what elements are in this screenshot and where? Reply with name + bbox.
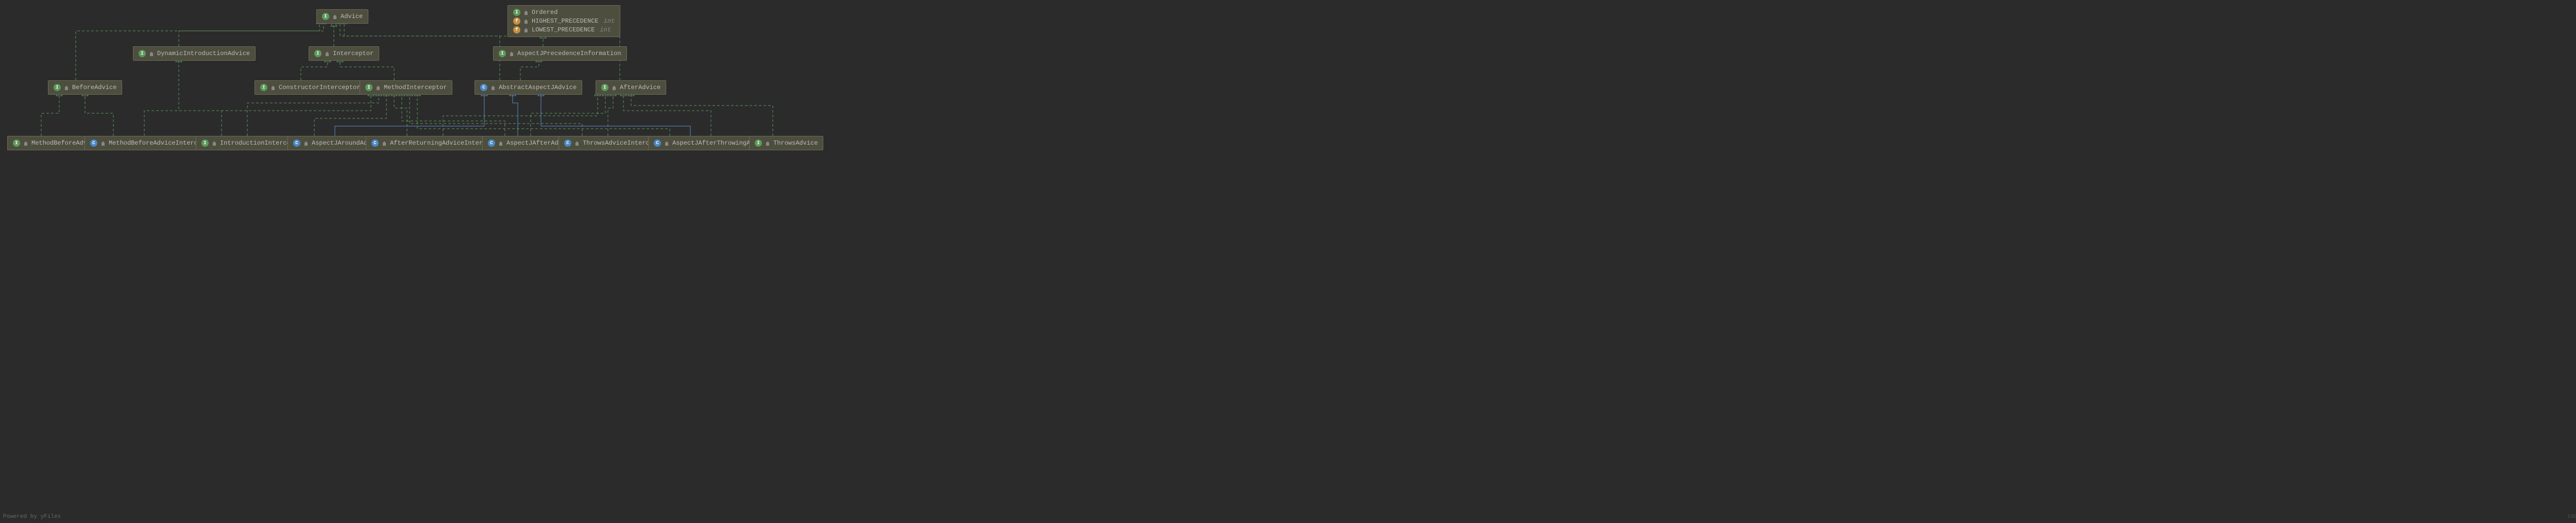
class-label: BeforeAdvice	[72, 84, 116, 91]
lock-icon	[64, 85, 69, 90]
class-label: Ordered	[532, 9, 557, 16]
field-type: int	[604, 18, 615, 25]
field-label: LOWEST_PRECEDENCE	[532, 26, 595, 33]
class-label: DynamicIntroductionAdvice	[157, 50, 250, 57]
lock-icon	[523, 10, 529, 15]
field-icon: f	[513, 26, 520, 33]
node-after-advice[interactable]: I AfterAdvice	[596, 80, 666, 95]
lock-icon	[382, 141, 387, 146]
class-label: ThrowsAdvice	[773, 140, 818, 147]
interface-icon: I	[314, 50, 321, 57]
class-label: Interceptor	[333, 50, 374, 57]
interface-icon: I	[201, 140, 209, 147]
lock-icon	[490, 85, 496, 90]
connection-layer	[0, 0, 2576, 523]
interface-icon: I	[601, 84, 608, 91]
class-icon: C	[480, 84, 487, 91]
class-label: AspectJPrecedenceInformation	[517, 50, 621, 57]
node-interceptor[interactable]: I Interceptor	[309, 46, 379, 61]
node-constructor-interceptor[interactable]: I ConstructorInterceptor	[255, 80, 366, 95]
lock-icon	[100, 141, 106, 146]
class-icon: C	[654, 140, 661, 147]
class-icon: C	[488, 140, 495, 147]
class-icon: C	[371, 140, 379, 147]
lock-icon	[212, 141, 217, 146]
lock-icon	[612, 85, 617, 90]
lock-icon	[664, 141, 669, 146]
interface-icon: I	[365, 84, 372, 91]
node-throws-advice[interactable]: I ThrowsAdvice	[749, 136, 823, 150]
lock-icon	[523, 19, 529, 24]
class-icon: C	[564, 140, 571, 147]
node-method-interceptor[interactable]: I MethodInterceptor	[360, 80, 452, 95]
field-icon: f	[513, 18, 520, 25]
lock-icon	[23, 141, 28, 146]
interface-icon: I	[755, 140, 762, 147]
node-advice[interactable]: I Advice	[316, 9, 368, 24]
class-label: ConstructorInterceptor	[279, 84, 360, 91]
field-label: HIGHEST_PRECEDENCE	[532, 18, 599, 25]
lock-icon	[270, 85, 276, 90]
lock-icon	[332, 14, 337, 19]
interface-icon: I	[260, 84, 267, 91]
lock-icon	[523, 27, 529, 32]
lock-icon	[509, 51, 514, 56]
node-ordered[interactable]: I Ordered f HIGHEST_PRECEDENCE int f LOW…	[507, 5, 620, 37]
interface-icon: I	[139, 50, 146, 57]
interface-icon: I	[54, 84, 61, 91]
class-icon: C	[90, 140, 97, 147]
class-label: AbstractAspectJAdvice	[499, 84, 577, 91]
lock-icon	[498, 141, 503, 146]
class-label: MethodInterceptor	[384, 84, 447, 91]
lock-icon	[376, 85, 381, 90]
node-dynamic-introduction-advice[interactable]: I DynamicIntroductionAdvice	[133, 46, 256, 61]
lock-icon	[303, 141, 309, 146]
interface-icon: I	[513, 9, 520, 16]
lock-icon	[574, 141, 580, 146]
class-label: AfterAdvice	[620, 84, 660, 91]
interface-icon: I	[13, 140, 20, 147]
node-abstract-aspectj-advice[interactable]: C AbstractAspectJAdvice	[474, 80, 582, 95]
class-label: Advice	[341, 13, 363, 20]
lock-icon	[149, 51, 154, 56]
watermark-yfiles: Powered by yFiles	[3, 514, 61, 520]
watermark-csdn: CSDN @qq_27980857	[2568, 514, 2576, 520]
interface-icon: I	[322, 13, 329, 20]
interface-icon: I	[499, 50, 506, 57]
lock-icon	[325, 51, 330, 56]
node-before-advice[interactable]: I BeforeAdvice	[48, 80, 122, 95]
node-aspectj-precedence-information[interactable]: I AspectJPrecedenceInformation	[493, 46, 627, 61]
lock-icon	[765, 141, 770, 146]
field-type: int	[600, 26, 611, 33]
class-icon: C	[293, 140, 300, 147]
